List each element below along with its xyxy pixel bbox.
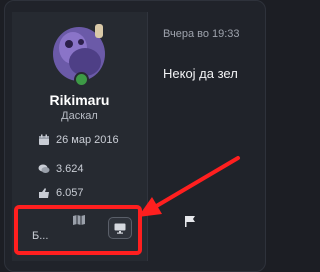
comments-icon — [38, 164, 50, 173]
thumbs-up-icon — [39, 188, 49, 198]
username[interactable]: Rikimaru — [12, 92, 147, 108]
highlight-box — [14, 205, 142, 255]
online-status-indicator — [74, 72, 89, 87]
message-count: 3.624 — [56, 163, 84, 175]
stat-messages: 3.624 — [38, 162, 84, 176]
stat-joined: 26 мар 2016 — [38, 133, 119, 147]
flag-icon[interactable] — [184, 215, 196, 227]
user-title: Даскал — [61, 110, 98, 122]
post-body: Некој да зел — [163, 66, 238, 81]
post-date[interactable]: Вчера во 19:33 — [163, 28, 240, 40]
joined-date: 26 мар 2016 — [56, 134, 119, 146]
calendar-icon — [39, 134, 49, 145]
reaction-score: 6.057 — [56, 187, 84, 199]
stat-reactions: 6.057 — [38, 186, 84, 200]
